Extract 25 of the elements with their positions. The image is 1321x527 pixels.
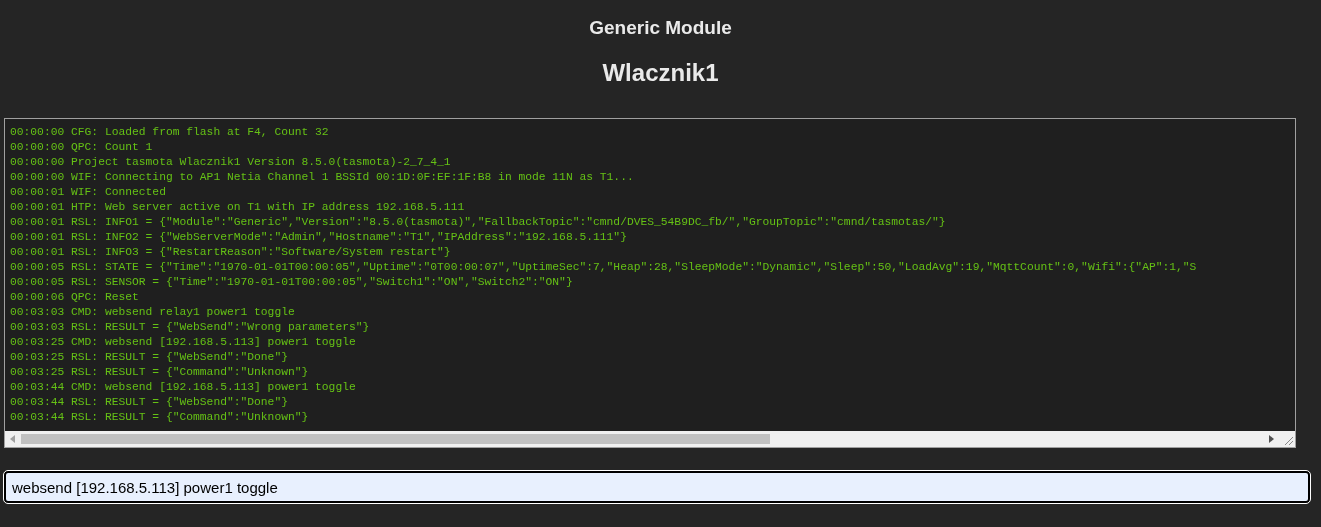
log-line: 00:03:44 RSL: RESULT = {"Command":"Unknown"} <box>10 410 309 425</box>
log-line: 00:03:25 RSL: RESULT = {"WebSend":"Done"} <box>10 350 288 365</box>
log-line: 00:00:00 Project tasmota Wlacznik1 Version 8.5.0(tasmota)-2_7_4_1 <box>10 155 451 170</box>
log-line: 00:03:25 RSL: RESULT = {"Command":"Unknown"} <box>10 365 309 380</box>
horizontal-scrollbar[interactable] <box>5 431 1295 447</box>
log-line: 00:00:06 QPC: Reset <box>10 290 139 305</box>
log-line: 00:00:01 HTP: Web server active on T1 with IP address 192.168.5.111 <box>10 200 465 215</box>
log-line: 00:03:25 CMD: websend [192.168.5.113] power1 toggle <box>10 335 356 350</box>
log-line: 00:00:01 RSL: INFO2 = {"WebServerMode":"Admin","Hostname":"T1","IPAddress":"192.168.5.111"} <box>10 230 627 245</box>
module-name: Generic Module <box>589 17 732 39</box>
log-line: 00:00:00 WIF: Connecting to AP1 Netia Channel 1 BSSId 00:1D:0F:EF:1F:B8 in mode 11N as T1... <box>10 170 634 185</box>
log-line: 00:00:05 RSL: SENSOR = {"Time":"1970-01-01T00:00:05","Switch1":"ON","Switch2":"ON"} <box>10 275 573 290</box>
log-line: 00:00:01 RSL: INFO1 = {"Module":"Generic","Version":"8.5.0(tasmota)","FallbackTopic":"cmnd/DVES_54B9DC_fb/","GroupTopic":"cmnd/tasmotas/"} <box>10 215 946 230</box>
scrollbar-thumb[interactable] <box>21 434 770 444</box>
command-input[interactable]: websend [192.168.5.113] power1 toggle <box>4 471 1310 503</box>
device-name: Wlacznik1 <box>602 59 719 87</box>
log-line: 00:00:01 WIF: Connected <box>10 185 166 200</box>
log-line: 00:03:44 RSL: RESULT = {"WebSend":"Done"} <box>10 395 288 410</box>
log-line: 00:03:44 CMD: websend [192.168.5.113] power1 toggle <box>10 380 356 395</box>
log-line: 00:00:00 QPC: Count 1 <box>10 140 153 155</box>
log-line: 00:03:03 CMD: websend relay1 power1 toggle <box>10 305 295 320</box>
log-line: 00:03:03 RSL: RESULT = {"WebSend":"Wrong parameters"} <box>10 320 370 335</box>
log-line: 00:00:01 RSL: INFO3 = {"RestartReason":"Software/System restart"} <box>10 245 451 260</box>
log-line: 00:00:05 RSL: STATE = {"Time":"1970-01-01T00:00:05","Uptime":"0T00:00:07","UptimeSec":7,"Heap":28,"SleepMode":"Dynamic","Sleep":50,"LoadAvg":19,"MqttCount":0,"Wifi":{"AP":1,"S <box>10 260 1197 275</box>
log-line: 00:00:00 CFG: Loaded from flash at F4, Count 32 <box>10 125 329 140</box>
